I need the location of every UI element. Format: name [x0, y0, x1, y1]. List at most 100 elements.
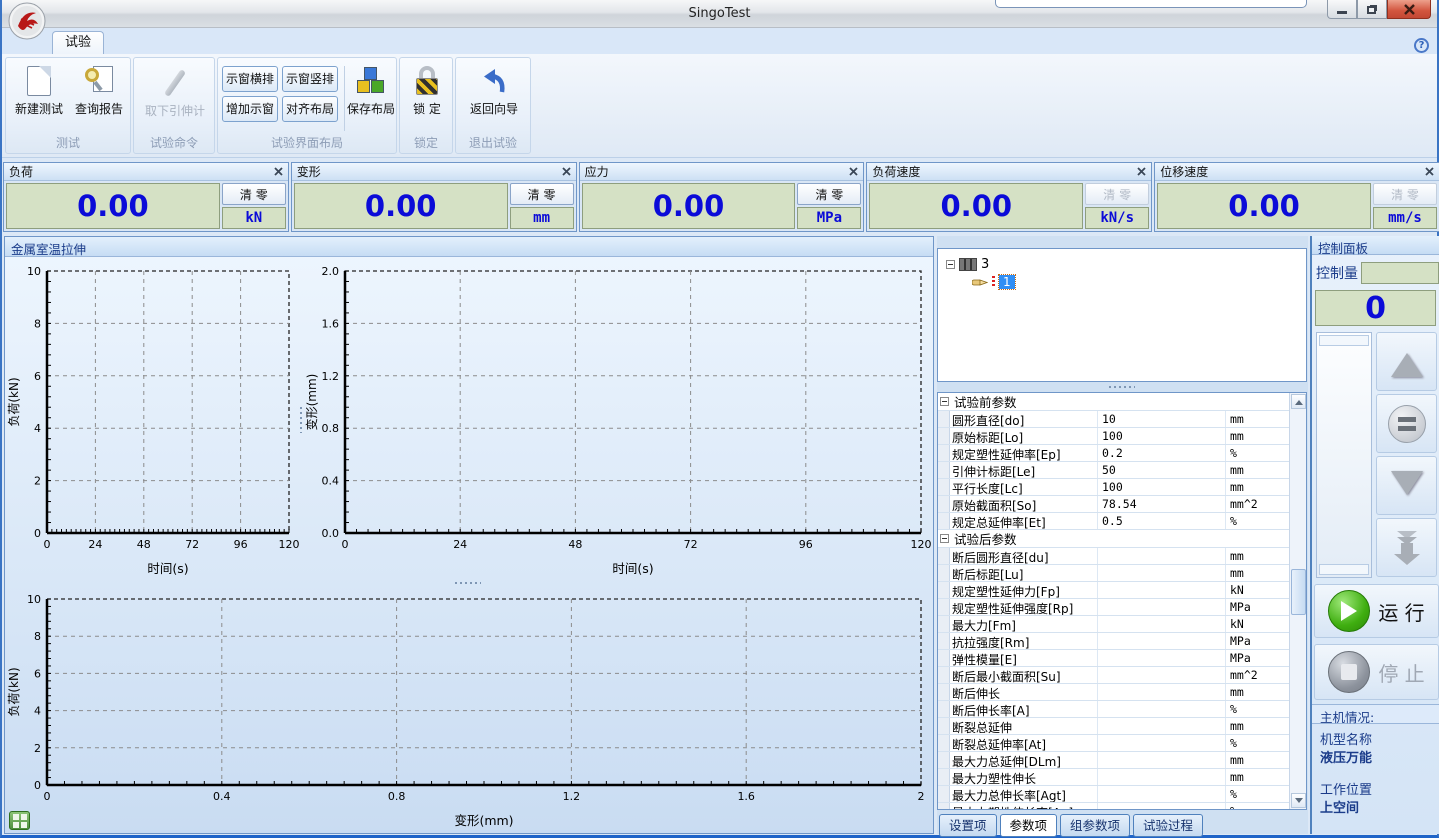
parameter-value[interactable]: [1098, 684, 1226, 700]
windows-horizontal-button[interactable]: 示窗横排: [222, 66, 278, 92]
scrollbar-thumb[interactable]: [1291, 569, 1306, 615]
jog-pause-button[interactable]: [1376, 394, 1437, 453]
tree-root-node[interactable]: 3: [946, 255, 1306, 273]
parameter-row[interactable]: 最大力[Fm]kN: [938, 616, 1289, 633]
parameter-row[interactable]: 最大力塑性伸长率[Ag]%: [938, 803, 1289, 809]
clear-zero-button[interactable]: 清 零: [510, 183, 574, 205]
horizontal-splitter[interactable]: [455, 581, 481, 585]
parameter-value[interactable]: [1098, 548, 1226, 564]
parameter-value[interactable]: 10: [1098, 411, 1226, 427]
parameter-value[interactable]: [1098, 769, 1226, 785]
clear-zero-button[interactable]: 清 零: [1373, 183, 1437, 205]
scroll-up-icon[interactable]: [1291, 394, 1306, 409]
parameter-row[interactable]: 弹性模量[E]MPa: [938, 650, 1289, 667]
chart-load-vs-deformation[interactable]: 024681000.40.81.21.62负荷(kN)变形(mm): [7, 587, 931, 831]
collapse-icon[interactable]: [940, 534, 949, 543]
chart-deformation-vs-time[interactable]: 0.00.40.81.21.62.0024487296120变形(mm)时间(s…: [305, 259, 931, 579]
minimize-button[interactable]: [1327, 0, 1357, 19]
parameter-group-header[interactable]: 试验前参数: [938, 393, 1289, 411]
close-icon[interactable]: [849, 165, 858, 179]
parameter-row[interactable]: 断后伸长mm: [938, 684, 1289, 701]
parameter-value[interactable]: 0.2: [1098, 445, 1226, 461]
collapse-icon[interactable]: [946, 260, 955, 269]
close-icon[interactable]: [1137, 165, 1146, 179]
parameter-row[interactable]: 规定塑性延伸率[Ep]0.2%: [938, 445, 1289, 462]
parameter-row[interactable]: 平行长度[Lc]100mm: [938, 479, 1289, 496]
parameter-row[interactable]: 原始标距[Lo]100mm: [938, 428, 1289, 445]
close-button[interactable]: [1387, 0, 1431, 19]
panel-splitter[interactable]: [1109, 385, 1135, 389]
jog-fast-down-button[interactable]: [1376, 518, 1437, 577]
parameter-value[interactable]: [1098, 633, 1226, 649]
stop-button[interactable]: 停 止: [1314, 644, 1439, 700]
help-icon[interactable]: ?: [1414, 38, 1429, 53]
tree-child-label[interactable]: 1: [999, 275, 1015, 289]
parameter-row[interactable]: 原始截面积[So]78.54mm^2: [938, 496, 1289, 513]
add-window-button[interactable]: 增加示窗: [222, 96, 278, 122]
clear-zero-button[interactable]: 清 零: [1085, 183, 1149, 205]
windows-vertical-button[interactable]: 示窗竖排: [282, 66, 338, 92]
collapse-icon[interactable]: [940, 397, 949, 406]
run-button[interactable]: 运 行: [1314, 584, 1439, 638]
close-icon[interactable]: [274, 165, 283, 179]
query-report-button[interactable]: 查询报告: [70, 64, 128, 117]
parameter-row[interactable]: 断后伸长率[A]%: [938, 701, 1289, 718]
app-logo-icon[interactable]: [8, 2, 46, 40]
tree-child-node[interactable]: 1: [972, 273, 1306, 291]
lock-button[interactable]: 锁 定: [403, 64, 451, 117]
parameter-row[interactable]: 引伸计标距[Le]50mm: [938, 462, 1289, 479]
parameter-value[interactable]: 0.5: [1098, 513, 1226, 529]
parameter-value[interactable]: [1098, 718, 1226, 734]
parameter-value[interactable]: [1098, 616, 1226, 632]
save-layout-button[interactable]: 保存布局: [346, 64, 396, 117]
tab-test[interactable]: 试验: [52, 31, 104, 54]
parameter-value[interactable]: [1098, 667, 1226, 683]
parameter-value[interactable]: 100: [1098, 479, 1226, 495]
align-layout-button[interactable]: 对齐布局: [282, 96, 338, 122]
clear-zero-button[interactable]: 清 零: [222, 183, 286, 205]
parameter-row[interactable]: 最大力总伸长率[Agt]%: [938, 786, 1289, 803]
parameter-value[interactable]: 100: [1098, 428, 1226, 444]
parameter-value[interactable]: [1098, 752, 1226, 768]
parameter-row[interactable]: 规定总延伸率[Et]0.5%: [938, 513, 1289, 530]
chart-load-vs-time[interactable]: 0246810024487296120负荷(kN)时间(s): [7, 259, 299, 579]
parameter-value[interactable]: [1098, 582, 1226, 598]
parameter-row[interactable]: 断裂总延伸mm: [938, 718, 1289, 735]
parameter-value[interactable]: [1098, 735, 1226, 751]
control-quantity-input[interactable]: [1361, 262, 1439, 284]
parameter-row[interactable]: 抗拉强度[Rm]MPa: [938, 633, 1289, 650]
parameter-value[interactable]: [1098, 565, 1226, 581]
title-bar[interactable]: SingoTest: [2, 0, 1437, 28]
return-wizard-button[interactable]: 返回向导: [468, 64, 520, 117]
tab-active[interactable]: 参数项: [1000, 814, 1058, 837]
parameter-group-header[interactable]: 试验后参数: [938, 530, 1289, 548]
parameter-value[interactable]: [1098, 803, 1226, 809]
parameter-row[interactable]: 圆形直径[do]10mm: [938, 411, 1289, 428]
scroll-down-icon[interactable]: [1291, 793, 1306, 808]
parameter-row[interactable]: 断后最小截面积[Su]mm^2: [938, 667, 1289, 684]
remove-extensometer-button[interactable]: 取下引伸计: [140, 64, 210, 119]
parameter-value[interactable]: [1098, 786, 1226, 802]
parameter-row[interactable]: 断裂总延伸率[At]%: [938, 735, 1289, 752]
specimen-tree[interactable]: 3 1: [937, 248, 1307, 382]
parameter-row[interactable]: 最大力塑性伸长mm: [938, 769, 1289, 786]
parameter-row[interactable]: 规定塑性延伸强度[Rp]MPa: [938, 599, 1289, 616]
parameter-row[interactable]: 最大力总延伸[DLm]mm: [938, 752, 1289, 769]
tab-item[interactable]: 设置项: [939, 814, 997, 837]
parameter-value[interactable]: [1098, 701, 1226, 717]
parameter-value[interactable]: 50: [1098, 462, 1226, 478]
clear-zero-button[interactable]: 清 零: [797, 183, 861, 205]
close-icon[interactable]: [1425, 165, 1434, 179]
parameter-value[interactable]: [1098, 599, 1226, 615]
parameter-scrollbar[interactable]: [1289, 393, 1306, 809]
tab-item[interactable]: 组参数项: [1060, 814, 1130, 837]
layout-grid-icon[interactable]: [9, 811, 30, 830]
vertical-splitter[interactable]: [298, 407, 303, 433]
tab-item[interactable]: 试验过程: [1133, 814, 1203, 837]
jog-up-button[interactable]: [1376, 332, 1437, 391]
new-test-button[interactable]: 新建测试: [12, 64, 66, 117]
parameter-row[interactable]: 规定塑性延伸力[Fp]kN: [938, 582, 1289, 599]
restore-button[interactable]: [1357, 0, 1387, 19]
close-icon[interactable]: [562, 165, 571, 179]
jog-down-button[interactable]: [1376, 456, 1437, 515]
